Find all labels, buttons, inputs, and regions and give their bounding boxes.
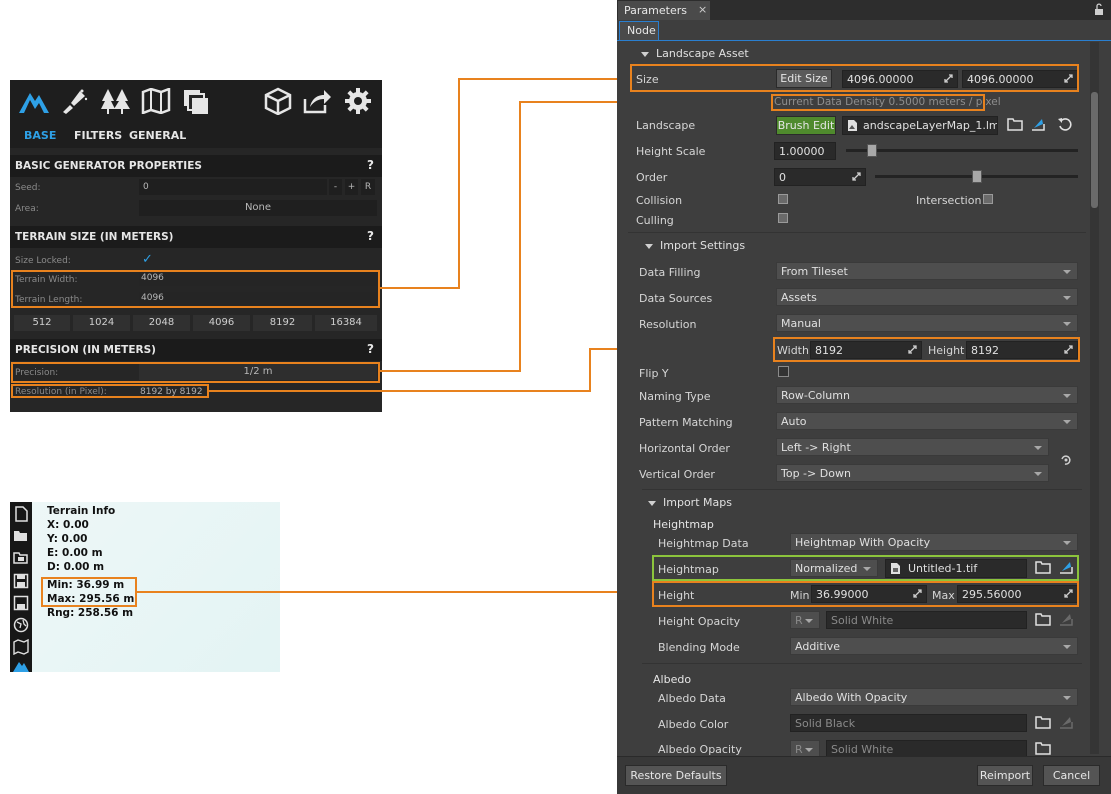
albedo-opacity-field[interactable]: Solid White (826, 740, 1027, 756)
height-scale-slider-handle[interactable] (867, 144, 877, 157)
blending-mode-label: Blending Mode (658, 641, 740, 654)
browse-folder-icon[interactable] (1035, 715, 1051, 729)
highlight-height-range (652, 581, 1079, 607)
cancel-button[interactable]: Cancel (1043, 765, 1100, 786)
albedo-data-label: Albedo Data (658, 692, 726, 705)
culling-checkbox[interactable] (778, 213, 788, 223)
albedo-opacity-channel-select[interactable]: R (790, 740, 820, 756)
landscape-file-icon (848, 120, 857, 131)
height-opacity-field[interactable]: Solid White (826, 611, 1027, 629)
divider (628, 232, 1086, 233)
parameters-panel: Parameters × Node Landscape Asset Size E… (617, 0, 1111, 794)
collapse-triangle-icon (641, 51, 649, 57)
height-scale-input[interactable]: 1.00000 (774, 142, 836, 160)
highlight-density (771, 94, 985, 111)
brush-edit-button[interactable]: Brush Edit (776, 116, 836, 135)
height-scale-label: Height Scale (636, 145, 706, 158)
use-selected-icon (1060, 717, 1073, 729)
drag-arrows-icon (852, 172, 861, 181)
collision-label: Collision (636, 194, 683, 207)
section-title: Import Settings (660, 239, 746, 252)
collision-checkbox[interactable] (778, 194, 788, 204)
tab-node-label: Node (627, 24, 656, 37)
link-order-icon[interactable] (1059, 453, 1073, 467)
flip-y-checkbox[interactable] (778, 366, 789, 377)
highlight-size (630, 64, 1079, 92)
tab-underline (617, 40, 1111, 41)
restore-defaults-button[interactable]: Restore Defaults (625, 765, 727, 786)
highlight-heightmap-file (652, 555, 1079, 581)
section-title: Import Maps (663, 496, 732, 509)
order-label: Order (636, 171, 668, 184)
lock-icon[interactable] (1094, 3, 1104, 16)
order-input[interactable]: 0 (774, 168, 866, 186)
collapse-triangle-icon (648, 500, 656, 506)
naming-type-select[interactable]: Row-Column (776, 386, 1078, 404)
intersection-checkbox[interactable] (983, 194, 993, 204)
import-maps-header[interactable]: Import Maps (648, 496, 732, 509)
browse-folder-icon[interactable] (1035, 612, 1051, 626)
use-selected-icon (1060, 614, 1073, 626)
data-filling-label: Data Filling (639, 266, 701, 279)
divider (642, 663, 1082, 664)
heightmap-data-select[interactable]: Heightmap With Opacity (790, 533, 1078, 551)
data-sources-label: Data Sources (639, 292, 713, 305)
order-slider-handle[interactable] (972, 170, 982, 183)
browse-folder-icon[interactable] (1035, 741, 1051, 755)
intersection-label: Intersection (916, 194, 982, 207)
albedo-color-label: Albedo Color (658, 718, 729, 731)
browse-folder-icon[interactable] (1007, 117, 1023, 131)
section-title: Landscape Asset (656, 47, 749, 60)
tab-node[interactable]: Node (619, 21, 659, 40)
resolution-select[interactable]: Manual (776, 314, 1078, 332)
height-scale-slider[interactable] (846, 149, 1078, 152)
parameters-tab[interactable]: Parameters × (618, 1, 710, 20)
vertical-order-select[interactable]: Top -> Down (776, 464, 1049, 482)
collapse-triangle-icon (645, 243, 653, 249)
heightmap-data-label: Heightmap Data (658, 537, 749, 550)
scrollbar-thumb[interactable] (1091, 92, 1098, 208)
import-settings-header[interactable]: Import Settings (645, 239, 745, 252)
albedo-opacity-row: Albedo Opacity R Solid White (617, 738, 1087, 756)
albedo-group-label: Albedo (653, 673, 692, 686)
pattern-matching-label: Pattern Matching (639, 416, 733, 429)
use-selected-icon[interactable] (1030, 116, 1046, 132)
landscape-label: Landscape (636, 119, 696, 132)
highlight-resolution-size (773, 337, 1080, 362)
reset-icon[interactable] (1057, 116, 1073, 132)
height-opacity-channel-select[interactable]: R (790, 611, 820, 629)
data-sources-select[interactable]: Assets (776, 288, 1078, 306)
albedo-opacity-label: Albedo Opacity (658, 743, 742, 756)
naming-type-label: Naming Type (639, 390, 711, 403)
culling-label: Culling (636, 214, 674, 227)
reimport-button[interactable]: Reimport (977, 765, 1033, 786)
landscape-asset-field[interactable]: andscapeLayerMap_1.lmap (842, 116, 998, 135)
divider (642, 489, 1082, 490)
albedo-color-field[interactable]: Solid Black (790, 714, 1027, 732)
height-opacity-label: Height Opacity (658, 615, 741, 628)
landscape-asset-name: andscapeLayerMap_1.lmap (863, 119, 997, 132)
resolution-label: Resolution (639, 318, 697, 331)
landscape-asset-header[interactable]: Landscape Asset (641, 47, 749, 60)
vertical-order-label: Vertical Order (639, 468, 715, 481)
horizontal-order-label: Horizontal Order (639, 442, 730, 455)
flip-y-label: Flip Y (639, 367, 669, 380)
pattern-matching-select[interactable]: Auto (776, 412, 1078, 430)
blending-mode-select[interactable]: Additive (790, 637, 1078, 655)
albedo-data-select[interactable]: Albedo With Opacity (790, 688, 1078, 706)
parameters-titlebar: Parameters × (617, 0, 1111, 20)
parameters-tab-label: Parameters (624, 4, 687, 17)
horizontal-order-select[interactable]: Left -> Right (776, 438, 1049, 456)
order-value: 0 (779, 171, 786, 184)
heightmap-group-label: Heightmap (653, 518, 714, 531)
data-filling-select[interactable]: From Tileset (776, 262, 1078, 280)
close-icon[interactable]: × (698, 3, 707, 16)
